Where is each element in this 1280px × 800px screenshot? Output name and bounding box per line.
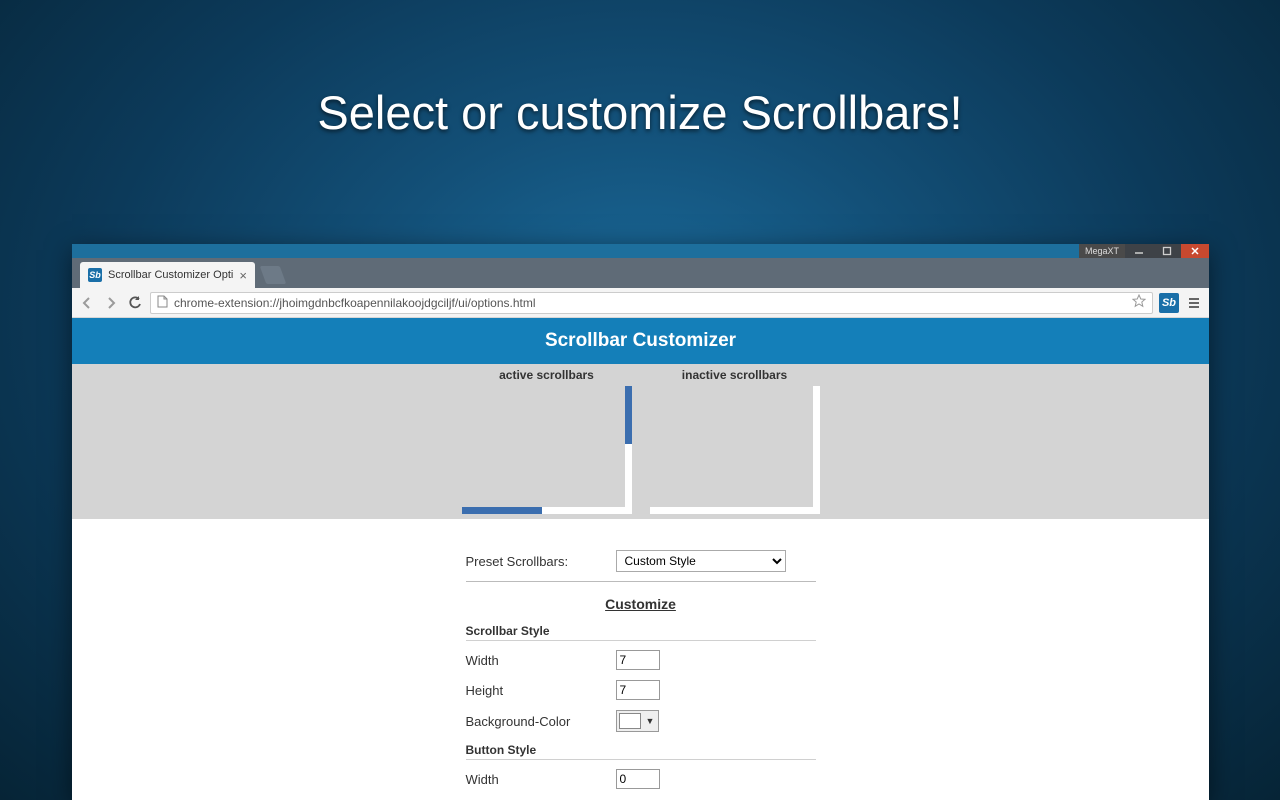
browser-toolbar: chrome-extension://jhoimgdnbcfkoapennila… (72, 288, 1209, 318)
page-content: Scrollbar Customizer active scrollbars i… (72, 318, 1209, 800)
bgcolor-label: Background-Color (466, 714, 616, 729)
color-swatch (619, 713, 641, 729)
extension-icon[interactable]: Sb (1159, 293, 1179, 313)
bgcolor-picker[interactable]: ▼ (616, 710, 660, 732)
maximize-button[interactable] (1153, 244, 1181, 258)
hamburger-menu-icon[interactable] (1185, 294, 1203, 312)
close-button[interactable] (1181, 244, 1209, 258)
window-badge: MegaXT (1079, 244, 1125, 258)
customize-form: Preset Scrollbars: Custom Style Customiz… (466, 545, 816, 794)
tab-favicon: Sb (88, 268, 102, 282)
app-header: Scrollbar Customizer (72, 318, 1209, 364)
back-icon[interactable] (78, 294, 96, 312)
tab-title: Scrollbar Customizer Opti (108, 269, 233, 281)
preset-select[interactable]: Custom Style (616, 550, 786, 572)
tab-strip: Sb Scrollbar Customizer Opti × (72, 258, 1209, 288)
button-width-input[interactable] (616, 769, 660, 789)
tab-close-icon[interactable]: × (239, 269, 247, 282)
active-preview-label: active scrollbars (499, 368, 594, 382)
button-style-heading: Button Style (466, 737, 816, 760)
reload-icon[interactable] (126, 294, 144, 312)
button-width-label: Width (466, 772, 616, 787)
browser-tab[interactable]: Sb Scrollbar Customizer Opti × (80, 262, 255, 288)
url-text: chrome-extension://jhoimgdnbcfkoapennila… (174, 296, 536, 310)
width-label: Width (466, 653, 616, 668)
bookmark-star-icon[interactable] (1132, 294, 1146, 311)
page-icon (157, 295, 168, 311)
inactive-preview-label: inactive scrollbars (682, 368, 787, 382)
browser-window: MegaXT Sb Scrollbar Customizer Opti × (72, 244, 1209, 800)
minimize-button[interactable] (1125, 244, 1153, 258)
promo-headline: Select or customize Scrollbars! (0, 0, 1280, 140)
address-bar[interactable]: chrome-extension://jhoimgdnbcfkoapennila… (150, 292, 1153, 314)
preset-label: Preset Scrollbars: (466, 554, 616, 569)
customize-heading: Customize (466, 586, 816, 618)
scrollbar-preview-area: active scrollbars inactive scrollbars (72, 364, 1209, 519)
inactive-scrollbar-preview (650, 386, 820, 514)
height-input[interactable] (616, 680, 660, 700)
active-scrollbar-preview (462, 386, 632, 514)
window-titlebar: MegaXT (72, 244, 1209, 258)
chevron-down-icon: ▼ (644, 716, 657, 726)
new-tab-button[interactable] (260, 266, 287, 284)
forward-icon[interactable] (102, 294, 120, 312)
scrollbar-style-heading: Scrollbar Style (466, 618, 816, 641)
height-label: Height (466, 683, 616, 698)
width-input[interactable] (616, 650, 660, 670)
